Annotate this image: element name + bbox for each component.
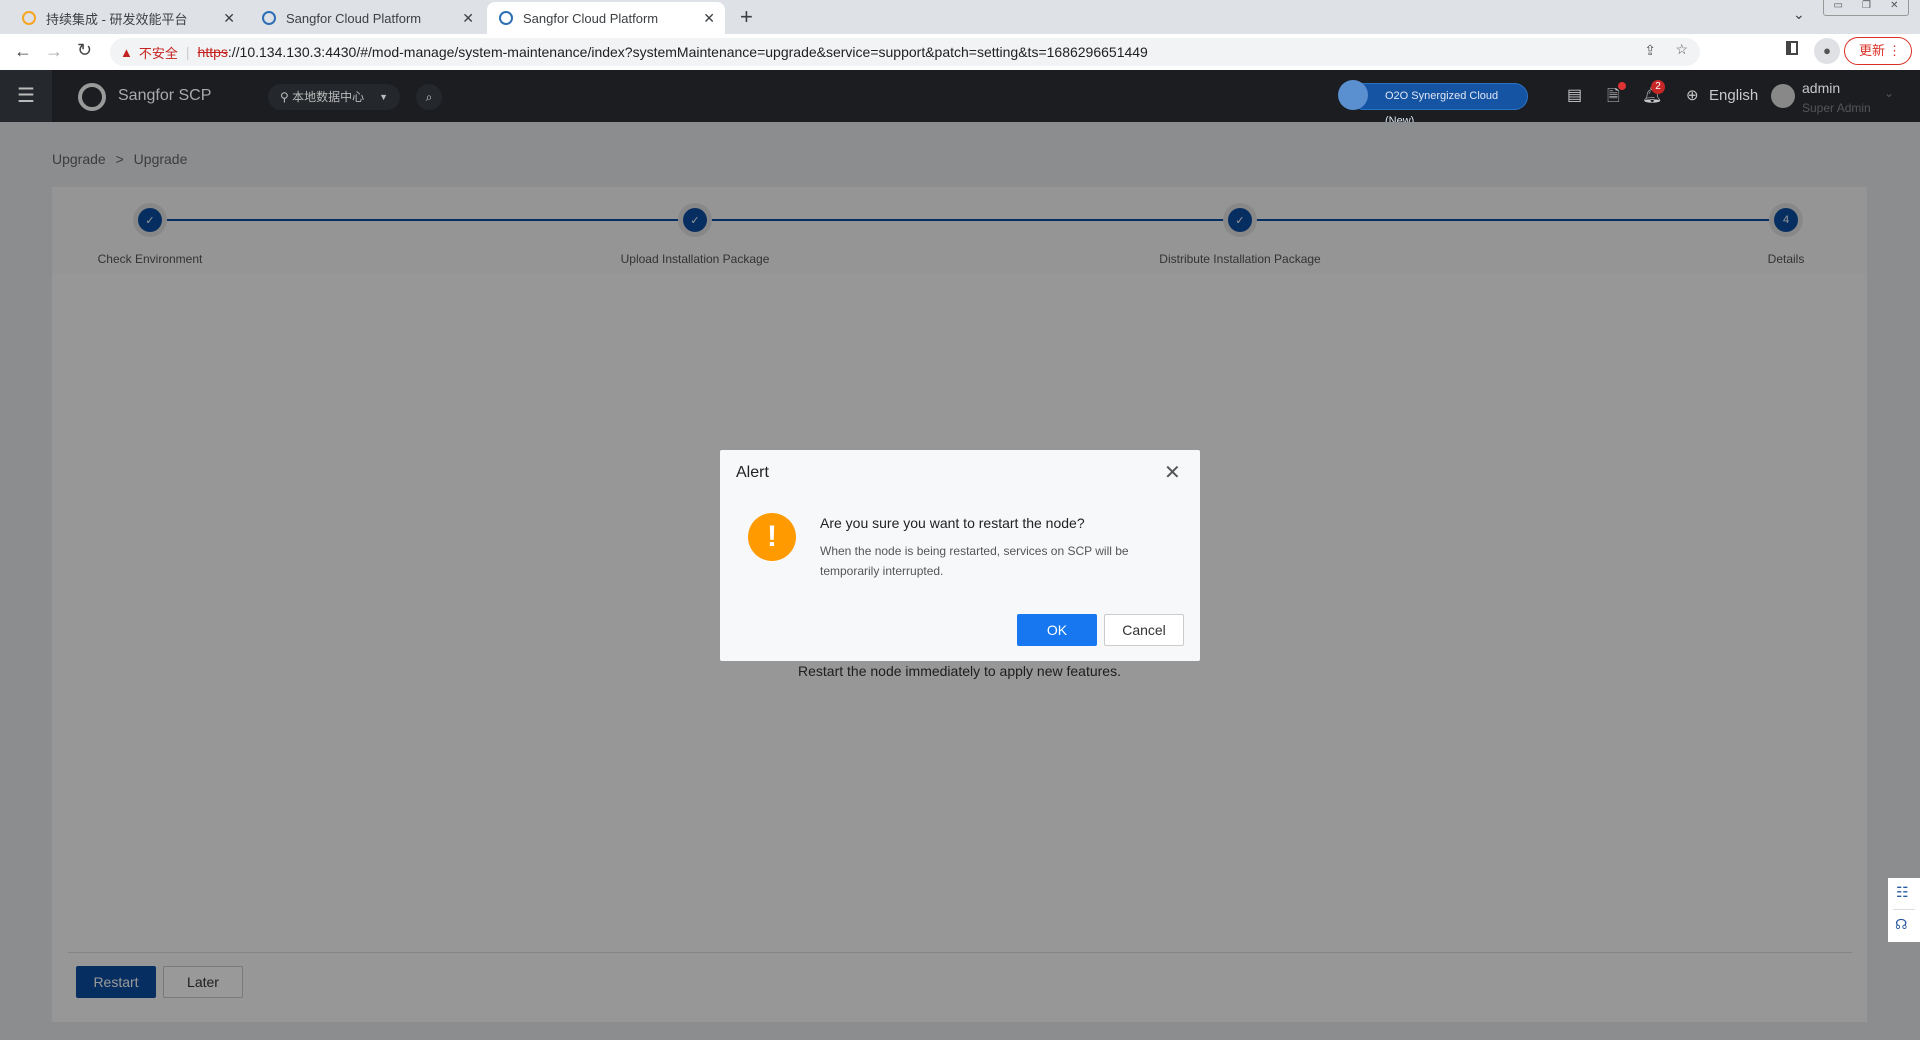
forward-icon[interactable]: → [45, 41, 63, 62]
bookmark-star-icon[interactable]: ☆ [1675, 41, 1688, 58]
avatar[interactable] [1771, 84, 1795, 108]
chevron-down-icon[interactable]: ⌄ [1884, 86, 1894, 100]
user-name[interactable]: admin [1802, 80, 1840, 96]
security-label: 不安全 [138, 45, 178, 61]
app-header: ☰ Sangfor SCP ⚲ 本地数据中心 ▼ ⌕ O2O Synergized… [0, 70, 1920, 127]
close-tab-icon[interactable]: ✕ [223, 10, 235, 27]
language-selector[interactable]: English [1709, 87, 1758, 104]
url-scheme: https [197, 44, 228, 60]
close-icon[interactable]: ✕ [1164, 460, 1181, 485]
sangfor-logo [78, 83, 106, 111]
headset-support-icon[interactable]: ☊ [1895, 916, 1907, 933]
dialog-title: Alert [736, 464, 769, 481]
tab-search-chevron-icon[interactable]: ⌄ [1793, 6, 1805, 23]
close-tab-icon[interactable]: ✕ [703, 10, 715, 27]
window-controls: ▭ ❐ ✕ [1823, 0, 1909, 16]
dialog-detail: When the node is being restarted, servic… [820, 544, 1129, 558]
menu-toggle-icon[interactable]: ☰ [0, 70, 52, 122]
ok-button[interactable]: OK [1017, 614, 1097, 646]
browser-tab-bar: 持续集成 - 研发效能平台 ✕ Sangfor Cloud Platform ✕ S… [0, 0, 1920, 34]
search-icon[interactable]: ⌕ [416, 84, 442, 110]
alert-dialog: Alert ✕ ! Are you sure you want to resta… [720, 450, 1200, 661]
globe-icon[interactable]: ⊕ [1686, 86, 1699, 104]
user-role: Super Admin [1802, 101, 1871, 115]
profile-icon[interactable]: ● [1814, 38, 1840, 64]
location-label: 本地数据中心 [292, 90, 365, 104]
divider [1893, 909, 1915, 910]
browser-tab[interactable]: 持续集成 - 研发效能平台 ✕ [10, 2, 245, 34]
close-window-icon[interactable]: ✕ [1890, 0, 1898, 15]
restore-icon[interactable]: ❐ [1862, 0, 1871, 15]
url-input[interactable]: ▲ 不安全 | https://10.134.130.3:4430/#/mod-… [110, 38, 1700, 66]
location-selector[interactable]: ⚲ 本地数据中心 ▼ [268, 84, 400, 110]
caret-down-icon: ▼ [379, 92, 388, 102]
tab-title: 持续集成 - 研发效能平台 [46, 11, 188, 27]
tab-favicon-icon [499, 11, 513, 25]
side-panel-icon[interactable] [1786, 41, 1798, 55]
promo-badge[interactable]: O2O Synergized Cloud (New) [1350, 83, 1528, 127]
cancel-button[interactable]: Cancel [1104, 614, 1184, 646]
tab-title: Sangfor Cloud Platform [286, 10, 422, 26]
tab-favicon-icon [262, 11, 276, 25]
floating-help-widget: ☷ ☊ [1888, 878, 1920, 942]
update-button[interactable]: 更新 ⋮ [1844, 37, 1912, 65]
tab-favicon-icon [22, 11, 36, 25]
location-pin-icon: ⚲ [280, 90, 293, 104]
warning-icon: ! [748, 513, 796, 561]
back-icon[interactable]: ← [14, 41, 32, 62]
red-dot-badge [1618, 82, 1626, 90]
warning-icon: ▲ [120, 44, 133, 60]
dialog-detail: temporarily interrupted. [820, 564, 944, 578]
close-tab-icon[interactable]: ✕ [462, 10, 474, 27]
document-list-icon[interactable]: ▤ [1567, 85, 1582, 105]
browser-tab-active[interactable]: Sangfor Cloud Platform ✕ [487, 2, 725, 34]
minimize-icon[interactable]: ▭ [1834, 0, 1843, 15]
notification-count: 2 [1651, 80, 1665, 94]
url-text: ://10.134.130.3:4430/#/mod-manage/system… [227, 44, 1148, 60]
browser-tab[interactable]: Sangfor Cloud Platform ✕ [250, 2, 484, 34]
tool-report-icon[interactable]: 🗎 [1607, 85, 1620, 112]
address-bar-row: ← → ↻ ▲ 不安全 | https://10.134.130.3:4430/… [0, 34, 1920, 70]
share-icon[interactable]: ⇪ [1644, 42, 1656, 59]
new-tab-button[interactable]: + [740, 4, 753, 30]
tab-title: Sangfor Cloud Platform [523, 10, 659, 26]
reload-icon[interactable]: ↻ [77, 40, 92, 61]
checklist-icon[interactable]: ☷ [1896, 884, 1909, 901]
cloud-promo-icon [1338, 80, 1368, 110]
dialog-question: Are you sure you want to restart the nod… [820, 515, 1085, 531]
brand-name: Sangfor SCP [118, 87, 212, 104]
